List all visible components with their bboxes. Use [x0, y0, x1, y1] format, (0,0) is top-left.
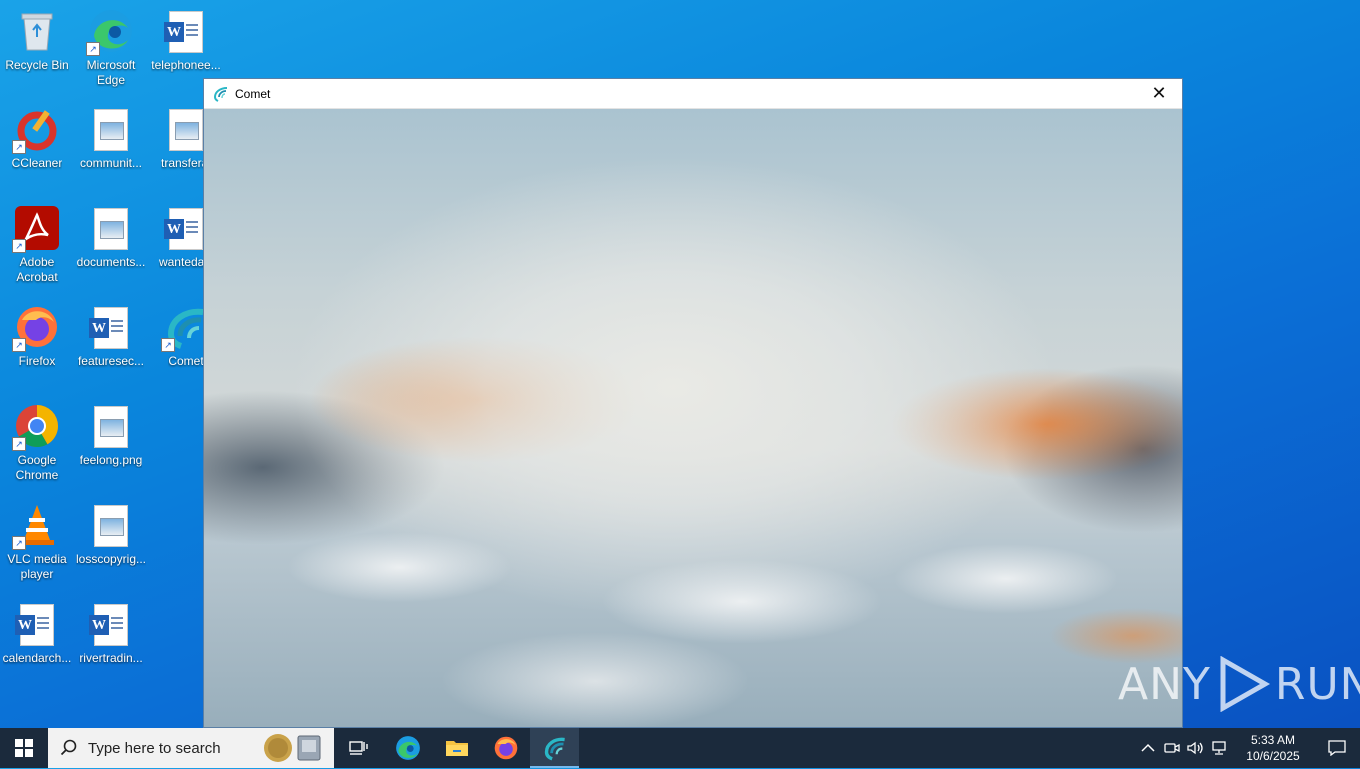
taskbar-clock[interactable]: 5:33 AM 10/6/2025 — [1232, 732, 1314, 764]
shortcut-arrow-icon: ↗ — [12, 536, 26, 550]
desktop-icon-label: Microsoft Edge — [86, 58, 136, 87]
search-placeholder: Type here to search — [88, 739, 221, 757]
desktop-icon-losscopyrig[interactable]: losscopyrig... — [74, 502, 148, 567]
desktop-icon-telephonee[interactable]: W telephonee... — [149, 8, 223, 73]
word-document-icon: W — [14, 601, 60, 647]
close-button[interactable]: ✕ — [1136, 79, 1182, 108]
desktop-icon-featuresec[interactable]: W featuresec... — [74, 304, 148, 369]
desktop-icon-label: CCleaner — [11, 156, 63, 170]
comet-icon — [213, 86, 229, 102]
word-document-icon: W — [163, 8, 209, 54]
desktop-icon-label: VLC media player — [7, 552, 67, 581]
desktop-icon-label: losscopyrig... — [75, 552, 147, 566]
taskbar-file-explorer-button[interactable] — [432, 728, 481, 768]
desktop-icon-adobe-acrobat[interactable]: ↗ Adobe Acrobat — [0, 205, 74, 285]
desktop-icon-rivertradin[interactable]: W rivertradin... — [74, 601, 148, 666]
taskbar-comet-button[interactable] — [530, 728, 579, 768]
image-file-icon — [88, 403, 134, 449]
firefox-icon — [494, 736, 517, 760]
task-view-icon — [348, 741, 368, 755]
desktop-icon-ccleaner[interactable]: ↗ CCleaner — [0, 106, 74, 171]
window-titlebar[interactable]: Comet ✕ — [204, 79, 1182, 109]
desktop-icon-label: feelong.png — [79, 453, 143, 467]
edge-icon — [395, 736, 420, 760]
volume-button[interactable] — [1184, 741, 1208, 755]
ccleaner-icon: ↗ — [12, 106, 60, 154]
comet-window[interactable]: Comet ✕ — [203, 78, 1183, 728]
desktop-icon-label: rivertradin... — [79, 651, 143, 665]
clock-date: 10/6/2025 — [1246, 749, 1300, 763]
network-icon — [1212, 741, 1226, 755]
notification-icon — [1328, 740, 1346, 756]
windows-logo-icon — [15, 739, 33, 757]
desktop-icon-label: communit... — [79, 156, 142, 170]
desktop-icon-label: Adobe Acrobat — [16, 255, 58, 284]
window-title: Comet — [235, 86, 271, 101]
desktop-icon-label: Google Chrome — [15, 453, 59, 482]
desktop-icon-vlc[interactable]: ↗ VLC media player — [0, 502, 74, 582]
image-file-icon — [88, 502, 134, 548]
desktop-icon-microsoft-edge[interactable]: ↗ Microsoft Edge — [74, 8, 148, 88]
system-tray: 5:33 AM 10/6/2025 — [1136, 728, 1360, 768]
image-file-icon — [88, 106, 134, 152]
desktop-icon-label: telephonee... — [151, 58, 221, 72]
shortcut-arrow-icon: ↗ — [86, 42, 100, 56]
shortcut-arrow-icon: ↗ — [161, 338, 175, 352]
action-center-button[interactable] — [1314, 740, 1360, 756]
task-view-button[interactable] — [334, 728, 383, 768]
desktop-icon-firefox[interactable]: ↗ Firefox — [0, 304, 74, 369]
chrome-icon: ↗ — [12, 403, 60, 451]
recycle-bin-icon — [14, 8, 60, 54]
close-icon: ✕ — [1151, 83, 1167, 103]
desktop-icon-recycle-bin[interactable]: Recycle Bin — [0, 8, 74, 73]
speaker-icon — [1187, 741, 1203, 755]
desktop-icon-label: Recycle Bin — [5, 58, 69, 72]
taskbar-edge-button[interactable] — [383, 728, 432, 768]
search-icon — [60, 739, 77, 756]
folder-icon — [445, 741, 468, 756]
firefox-icon: ↗ — [12, 304, 60, 352]
cloud-layer — [204, 499, 1182, 727]
desktop-icon-google-chrome[interactable]: ↗ Google Chrome — [0, 403, 74, 483]
desktop-icon-calendarch[interactable]: W calendarch... — [0, 601, 74, 666]
desktop-icon-communit[interactable]: communit... — [74, 106, 148, 171]
desktop-icon-label: featuresec... — [77, 354, 145, 368]
network-button[interactable] — [1208, 741, 1232, 755]
camera-icon — [1164, 743, 1180, 753]
desktop-icon-feelong[interactable]: feelong.png — [74, 403, 148, 468]
search-highlight-icon — [262, 732, 324, 764]
shortcut-arrow-icon: ↗ — [12, 239, 26, 253]
watermark-text-left: ANY — [1118, 658, 1211, 710]
window-content-splash — [204, 109, 1182, 727]
desktop-icon-label: documents... — [76, 255, 146, 269]
meet-now-button[interactable] — [1160, 741, 1184, 755]
shortcut-arrow-icon: ↗ — [12, 437, 26, 451]
taskbar-firefox-button[interactable] — [481, 728, 530, 768]
taskbar-search-box[interactable]: Type here to search — [48, 728, 334, 768]
shortcut-arrow-icon: ↗ — [12, 140, 26, 154]
desktop-icon-label: Firefox — [18, 354, 56, 368]
vlc-icon: ↗ — [12, 502, 60, 550]
start-button[interactable] — [0, 728, 48, 768]
show-hidden-icons-button[interactable] — [1136, 743, 1160, 753]
word-document-icon: W — [88, 601, 134, 647]
play-logo-icon — [1220, 656, 1270, 712]
adobe-acrobat-icon: ↗ — [12, 205, 60, 253]
comet-icon — [544, 737, 565, 761]
image-file-icon — [88, 205, 134, 251]
word-document-icon: W — [88, 304, 134, 350]
watermark-text-right: RUN — [1274, 658, 1360, 710]
anyrun-watermark: ANY RUN — [1118, 656, 1360, 712]
chevron-up-icon — [1141, 743, 1155, 752]
clock-time: 5:33 AM — [1250, 733, 1296, 747]
taskbar: Type here to search 5:33 AM 10/6/2025 — [0, 728, 1360, 768]
edge-icon: ↗ — [86, 8, 134, 56]
desktop-icon-label: Comet — [168, 354, 204, 368]
desktop-icon-documents[interactable]: documents... — [74, 205, 148, 270]
desktop-icon-label: calendarch... — [2, 651, 72, 665]
shortcut-arrow-icon: ↗ — [12, 338, 26, 352]
